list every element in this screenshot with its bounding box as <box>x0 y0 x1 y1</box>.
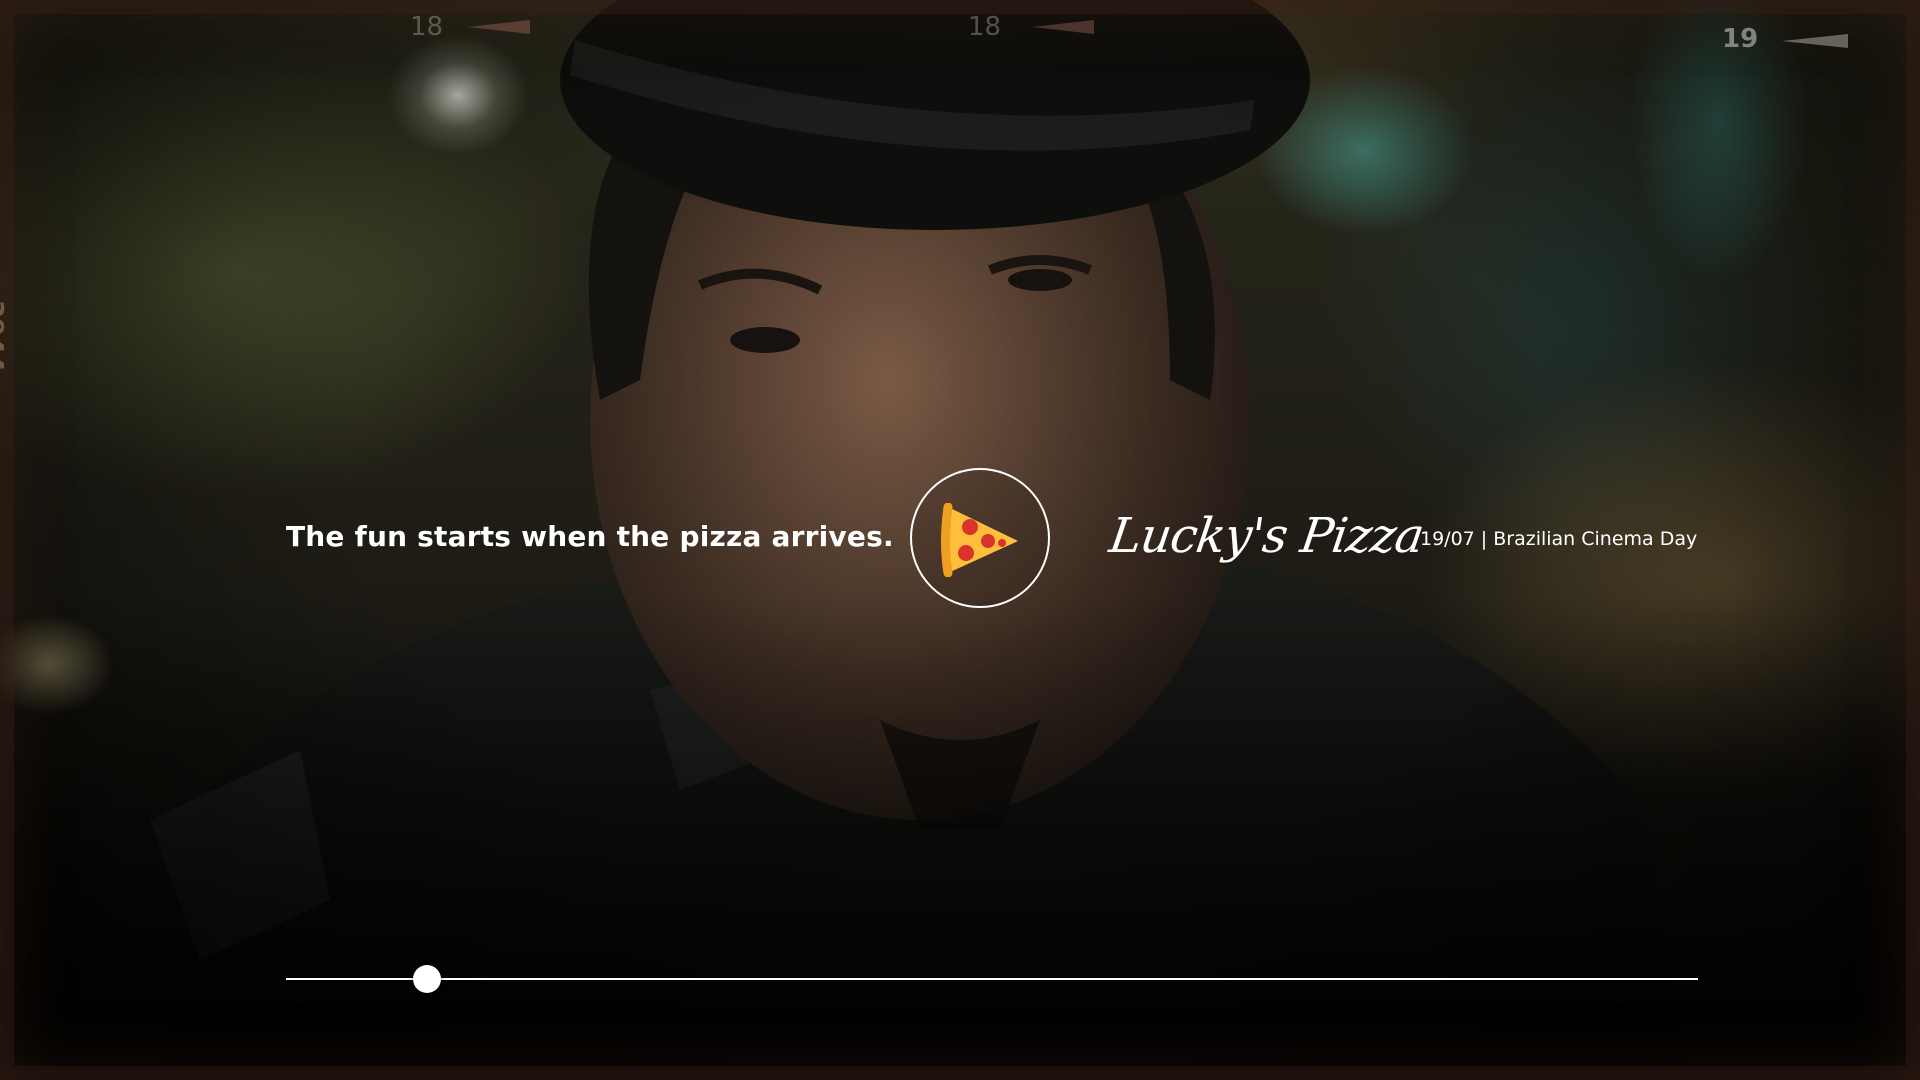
progress-slider[interactable] <box>286 964 1698 994</box>
film-frame-number: 18 <box>410 12 444 42</box>
progress-track <box>286 978 1698 980</box>
pizza-slice-play-icon <box>941 503 1018 577</box>
progress-thumb[interactable] <box>413 965 442 993</box>
tagline: The fun starts when the pizza arrives. <box>286 520 894 553</box>
film-edge-code: 3944 <box>0 300 8 373</box>
event-label: 19/07 | Brazilian Cinema Day <box>1420 528 1698 550</box>
video-stage: 18 18 19 3944 The fun starts when the pi… <box>0 0 1920 1080</box>
film-frame-number: 18 <box>968 12 1002 42</box>
brand-logo: Lucky's Pizza <box>1106 508 1427 564</box>
film-edge-marker <box>1032 20 1094 34</box>
film-frame-number: 19 <box>1722 24 1759 54</box>
play-button[interactable] <box>910 468 1050 608</box>
film-edge-marker <box>468 20 530 34</box>
film-edge-marker <box>1782 34 1848 48</box>
